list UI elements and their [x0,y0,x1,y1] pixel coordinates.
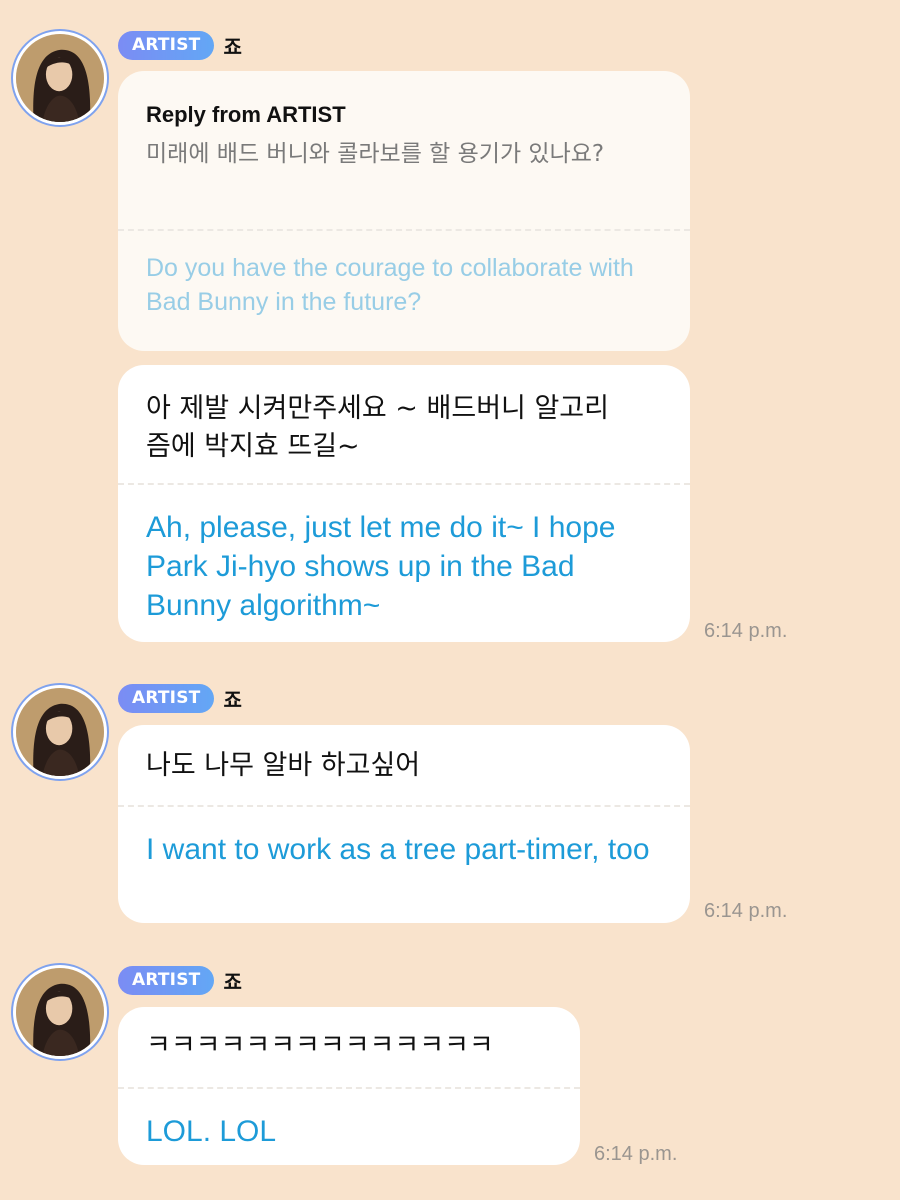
avatar-photo-icon [16,968,104,1056]
avatar-photo-icon [16,688,104,776]
sender-header: ARTIST 죠 [118,30,242,60]
artist-badge: ARTIST [118,965,215,995]
message-translation-text: LOL. LOL [146,1115,277,1148]
message-timestamp: 6:14 p.m. [704,620,788,642]
message-translation-text: Ah, please, just let me do it~ I hope Pa… [146,511,616,622]
avatar-photo-icon [16,34,104,122]
artist-name[interactable]: 죠 [223,684,241,713]
reply-quote-bubble[interactable]: Reply from ARTIST 미래에 배드 버니와 콜라보를 할 용기가 … [118,71,690,351]
sender-header: ARTIST 죠 [118,965,242,995]
message-timestamp: 6:14 p.m. [594,1143,678,1165]
message-timestamp: 6:14 p.m. [704,900,788,922]
message-bubble[interactable]: 나도 나무 알바 하고싶어 I want to work as a tree p… [118,725,690,923]
artist-badge: ARTIST [118,683,215,713]
reply-title: Reply from ARTIST [146,102,346,127]
artist-name[interactable]: 죠 [223,966,241,995]
message-korean-text: 나도 나무 알바 하고싶어 [146,750,421,781]
message-korean-text: 아 제발 시켜만주세요 ~ 배드버니 알고리즘에 박지효 뜨길~ [146,393,609,462]
artist-badge: ARTIST [118,30,215,60]
reply-translation-text: Do you have the courage to collaborate w… [146,254,634,316]
artist-name[interactable]: 죠 [223,31,241,60]
message-korean-text: ㅋㅋㅋㅋㅋㅋㅋㅋㅋㅋㅋㅋㅋㅋ [146,1030,494,1061]
avatar[interactable] [11,683,109,781]
message-bubble[interactable]: ㅋㅋㅋㅋㅋㅋㅋㅋㅋㅋㅋㅋㅋㅋ LOL. LOL [118,1007,580,1165]
message-translation-text: I want to work as a tree part-timer, too [146,833,650,866]
message-bubble[interactable]: 아 제발 시켜만주세요 ~ 배드버니 알고리즘에 박지효 뜨길~ Ah, ple… [118,365,690,642]
sender-header: ARTIST 죠 [118,683,242,713]
reply-korean-text: 미래에 배드 버니와 콜라보를 할 용기가 있나요? [146,141,605,167]
avatar[interactable] [11,963,109,1061]
avatar[interactable] [11,29,109,127]
